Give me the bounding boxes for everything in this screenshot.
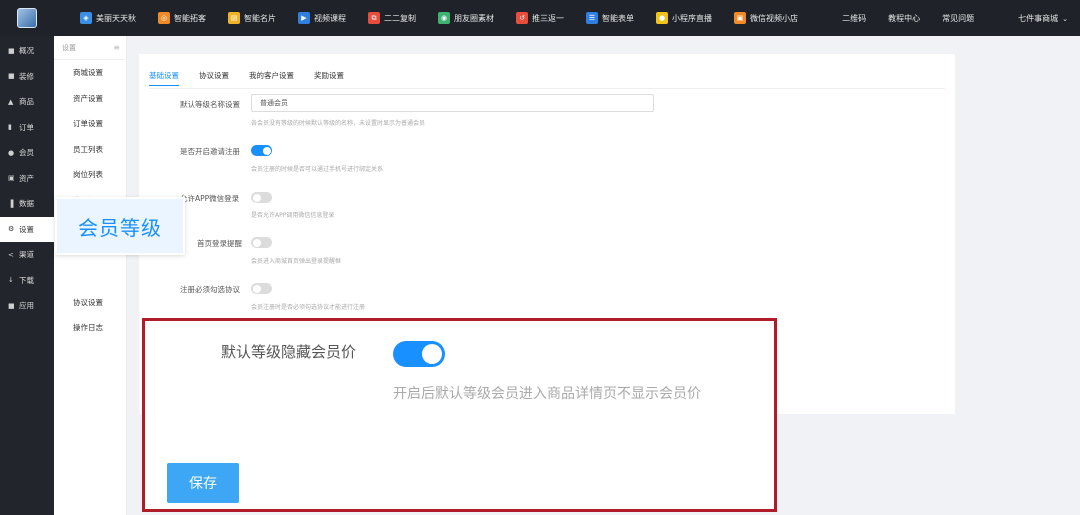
asset-icon: ▣ <box>8 174 15 183</box>
download-icon: ↓ <box>8 276 14 285</box>
highlight-box: 默认等级隐藏会员价 开启后默认等级会员进入商品详情页不显示会员价 保存 <box>142 318 777 512</box>
switch-knob <box>252 193 261 202</box>
qrcode-link[interactable]: 二维码 <box>842 13 866 24</box>
order-icon: ▮ <box>8 123 12 132</box>
tag-icon: ◈ <box>80 12 92 24</box>
chart-icon: ▐ <box>8 199 14 208</box>
sidebar-item-settings[interactable]: ⚙ 设置 <box>0 216 54 242</box>
default-level-hint: 各会员没有等级的时候默认等级的名称，未设置时显示为普通会员 <box>251 120 426 127</box>
store-switcher[interactable]: 七件事商城 ⌄ <box>996 13 1068 24</box>
home-login-label: 首页登录提醒 <box>197 239 242 248</box>
target-icon: ◎ <box>158 12 170 24</box>
chevron-down-icon: ⌄ <box>1062 14 1068 23</box>
home-login-hint: 会员进入商城首页弹出登录提醒框 <box>251 258 342 265</box>
invite-register-hint: 会员注册的时候是否可以通过手机号进行绑定关系 <box>251 166 384 173</box>
sub-item-mall-settings[interactable]: 商城设置 <box>54 60 126 86</box>
app-wechat-login-label: 允许APP微信登录 <box>180 194 240 203</box>
sub-item-order-settings[interactable]: 订单设置 <box>54 111 126 137</box>
default-level-input[interactable]: 普通会员 <box>251 94 654 112</box>
sidebar-item-download[interactable]: ↓ 下载 <box>0 268 54 294</box>
app-shortcut[interactable]: ↺ 推三返一 <box>516 12 564 24</box>
tab-agreement-settings[interactable]: 协议设置 <box>199 70 229 86</box>
hide-member-price-switch[interactable] <box>393 341 445 367</box>
app-shortcut[interactable]: ▶ 视频课程 <box>298 12 346 24</box>
collapse-icon[interactable]: ≡ <box>113 43 120 52</box>
form-icon: ☰ <box>586 12 598 24</box>
sidebar-item-overview[interactable]: ■ 概况 <box>0 38 54 64</box>
channel-icon: < <box>8 250 14 259</box>
tab-divider <box>149 88 945 89</box>
sidebar-item-channels[interactable]: < 渠道 <box>0 242 54 268</box>
faq-link[interactable]: 常见问题 <box>942 13 974 24</box>
overview-icon: ■ <box>8 46 15 55</box>
live-icon: ● <box>656 12 668 24</box>
app-shortcut[interactable]: ◎ 智能拓客 <box>158 12 206 24</box>
sidebar-item-data[interactable]: ▐ 数据 <box>0 191 54 217</box>
app-shortcut[interactable]: ◈ 美丽天天秋 <box>80 12 136 24</box>
member-icon: ● <box>8 148 15 157</box>
invite-register-label: 是否开启邀请注册 <box>180 147 240 156</box>
tab-my-customers[interactable]: 我的客户设置 <box>249 70 294 86</box>
app-wechat-login-switch[interactable] <box>251 192 272 203</box>
app-icon: ■ <box>8 301 15 310</box>
app-shortcut[interactable]: ◉ 朋友圈素材 <box>438 12 494 24</box>
tutorial-link[interactable]: 教程中心 <box>888 13 920 24</box>
tab-reward-settings[interactable]: 奖励设置 <box>314 70 344 86</box>
switch-knob <box>262 146 271 155</box>
sub-item-operation-log[interactable]: 操作日志 <box>54 315 126 341</box>
share-icon: ↺ <box>516 12 528 24</box>
sub-sidebar: 设置 ≡ 商城设置 资产设置 订单设置 员工列表 岗位列表 会员设置 协议设置 … <box>54 36 127 515</box>
agreement-required-switch[interactable] <box>251 283 272 294</box>
app-shortcut[interactable]: ● 小程序直播 <box>656 12 712 24</box>
app-wechat-login-hint: 是否允许APP调用微信信息登录 <box>251 212 335 219</box>
sidebar-item-assets[interactable]: ▣ 资产 <box>0 166 54 192</box>
card-icon: ▤ <box>228 12 240 24</box>
decorate-icon: ■ <box>8 72 15 81</box>
top-right-links: 二维码 教程中心 常见问题 七件事商城 ⌄ <box>820 0 1080 36</box>
app-shortcut[interactable]: ▣ 微信视频小店 <box>734 12 798 24</box>
save-button[interactable]: 保存 <box>167 463 239 503</box>
default-level-label: 默认等级名称设置 <box>180 100 240 109</box>
home-login-switch[interactable] <box>251 237 272 248</box>
invite-register-switch[interactable] <box>251 145 272 156</box>
switch-knob <box>422 344 442 364</box>
app-shortcut[interactable]: ▤ 智能名片 <box>228 12 276 24</box>
circle-icon: ◉ <box>438 12 450 24</box>
tab-basic-settings[interactable]: 基础设置 <box>149 70 179 86</box>
switch-knob <box>252 284 261 293</box>
sub-item-staff-list[interactable]: 员工列表 <box>54 137 126 163</box>
agreement-required-hint: 会员注册时是否必须勾选协议才能进行注册 <box>251 304 366 311</box>
sub-item-position-list[interactable]: 岗位列表 <box>54 162 126 188</box>
sub-sidebar-header: 设置 ≡ <box>54 36 126 60</box>
sidebar-item-decorate[interactable]: ■ 装修 <box>0 64 54 90</box>
video-icon: ▶ <box>298 12 310 24</box>
logo <box>17 8 37 28</box>
app-shortcut[interactable]: ☰ 智能表单 <box>586 12 634 24</box>
sidebar-item-apps[interactable]: ■ 应用 <box>0 293 54 319</box>
tab-bar: 基础设置 协议设置 我的客户设置 奖励设置 <box>149 70 364 86</box>
goods-icon: ▲ <box>8 97 14 106</box>
sidebar-item-orders[interactable]: ▮ 订单 <box>0 115 54 141</box>
sidebar: ■ 概况 ■ 装修 ▲ 商品 ▮ 订单 ● 会员 ▣ 资产 ▐ 数据 ⚙ 设置 < 渠道 ↓ 下载 … <box>0 36 54 515</box>
copy-icon: ⧉ <box>368 12 380 24</box>
logo-box[interactable] <box>0 0 54 36</box>
sidebar-item-goods[interactable]: ▲ 商品 <box>0 89 54 115</box>
switch-knob <box>252 238 261 247</box>
sub-item-blank <box>54 264 126 290</box>
top-bar: ◈ 美丽天天秋 ◎ 智能拓客 ▤ 智能名片 ▶ 视频课程 ⧉ 二二复制 ◉ 朋友圈素材 ↺ 推… <box>0 0 1080 36</box>
gear-icon: ⚙ <box>8 225 15 234</box>
hide-member-price-hint: 开启后默认等级会员进入商品详情页不显示会员价 <box>393 386 701 402</box>
app-shortcut[interactable]: ⧉ 二二复制 <box>368 12 416 24</box>
sub-item-agreement-settings[interactable]: 协议设置 <box>54 290 126 316</box>
shop-icon: ▣ <box>734 12 746 24</box>
agreement-required-label: 注册必须勾选协议 <box>180 285 240 294</box>
sidebar-item-members[interactable]: ● 会员 <box>0 140 54 166</box>
hide-member-price-label: 默认等级隐藏会员价 <box>221 343 357 361</box>
sub-item-asset-settings[interactable]: 资产设置 <box>54 86 126 112</box>
member-level-callout: 会员等级 <box>55 197 185 255</box>
app-shortcuts: ◈ 美丽天天秋 ◎ 智能拓客 ▤ 智能名片 ▶ 视频课程 ⧉ 二二复制 ◉ 朋友圈素材 ↺ 推… <box>80 12 798 24</box>
